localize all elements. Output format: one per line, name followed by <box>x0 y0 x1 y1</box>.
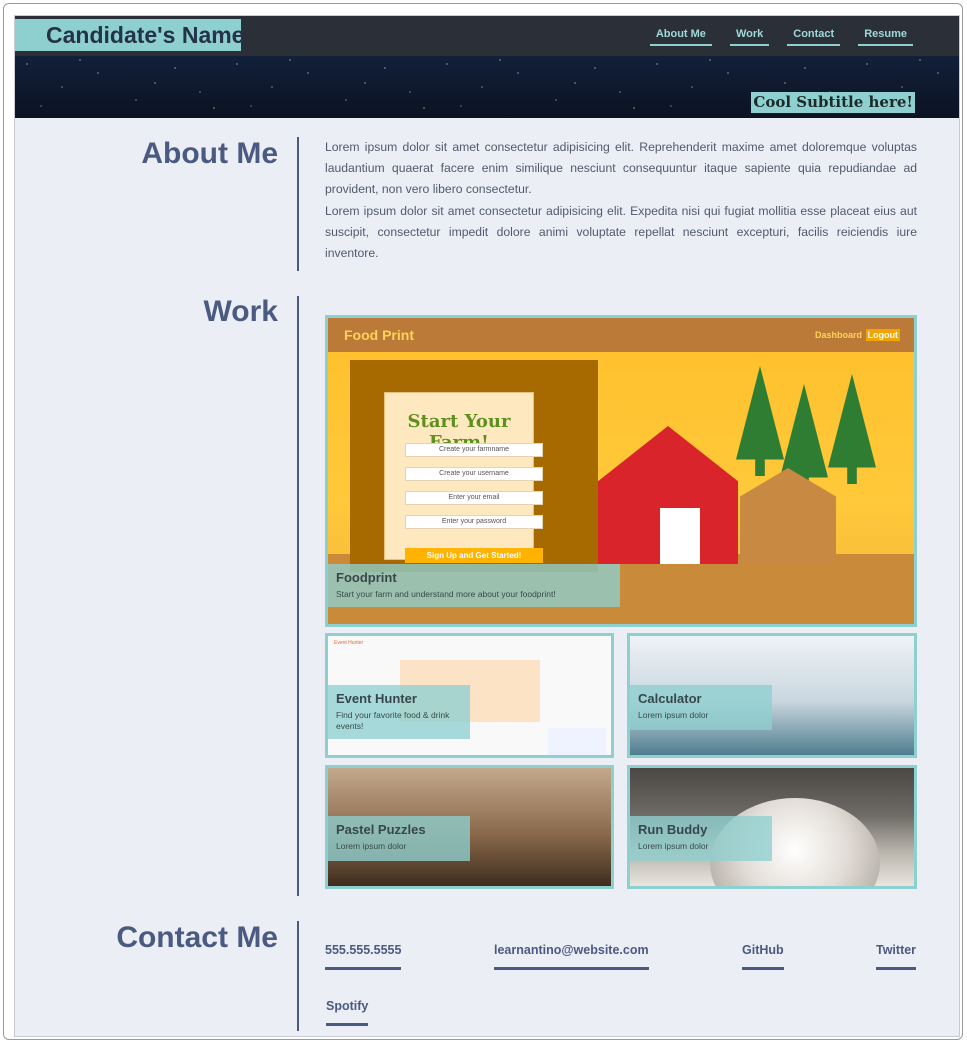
project-caption: Event Hunter Find your favorite food & d… <box>328 685 470 739</box>
project-description: Lorem ipsum dolor <box>638 841 709 851</box>
project-title: Calculator <box>638 691 702 706</box>
foodprint-logo: Food Print <box>344 327 414 343</box>
project-card-calculator[interactable]: Calculator Lorem ipsum dolor <box>627 633 917 758</box>
project-caption: Calculator Lorem ipsum dolor <box>630 685 772 730</box>
contact-github-link[interactable]: GitHub <box>742 943 784 970</box>
site-header: Candidate's Name About Me Work Contact R… <box>15 16 959 118</box>
project-title: Event Hunter <box>336 691 417 706</box>
foodprint-field: Create your farmname <box>405 443 543 457</box>
project-description: Start your farm and understand more abou… <box>336 589 556 599</box>
barn-door-illustration <box>660 508 700 564</box>
event-hunter-info-panel <box>548 728 606 755</box>
project-description: Lorem ipsum dolor <box>336 841 407 851</box>
project-caption: Run Buddy Lorem ipsum dolor <box>630 816 772 861</box>
contact-phone-link[interactable]: 555.555.5555 <box>325 943 402 970</box>
foodprint-field: Enter your email <box>405 491 543 505</box>
about-paragraph: Lorem ipsum dolor sit amet consectetur a… <box>325 140 917 197</box>
about-divider <box>297 137 299 271</box>
project-title: Run Buddy <box>638 822 708 837</box>
project-title: Pastel Puzzles <box>336 822 426 837</box>
about-text: Lorem ipsum dolor sit amet consectetur a… <box>325 137 917 264</box>
main-nav: About Me Work Contact Resume <box>632 28 913 46</box>
nav-link-about[interactable]: About Me <box>649 28 712 46</box>
nav-link-contact[interactable]: Contact <box>787 28 841 46</box>
window-frame: Candidate's Name About Me Work Contact R… <box>3 3 963 1040</box>
project-card-event-hunter[interactable]: Event Hunter Event Hunter Find your favo… <box>325 633 614 758</box>
project-card-pastel-puzzles[interactable]: Pastel Puzzles Lorem ipsum dolor <box>325 765 614 889</box>
nav-link-resume[interactable]: Resume <box>858 28 913 46</box>
foodprint-field: Enter your password <box>405 515 543 529</box>
about-title: About Me <box>141 137 278 170</box>
contact-email-link[interactable]: learnantino@website.com <box>494 943 649 970</box>
project-card-foodprint[interactable]: Food Print Dashboard Logout Start Your F… <box>325 315 917 627</box>
foodprint-navbar: Food Print Dashboard Logout <box>328 318 914 352</box>
foodprint-field: Create your username <box>405 467 543 481</box>
site-subtitle: Cool Subtitle here! <box>751 92 915 113</box>
contact-twitter-link[interactable]: Twitter <box>876 943 917 970</box>
foodprint-dashboard-link: Dashboard <box>814 330 862 340</box>
contact-title: Contact Me <box>116 921 278 954</box>
foodprint-signup-form: Start Your Farm! Create your farmname Cr… <box>384 392 543 563</box>
foodprint-signup-button: Sign Up and Get Started! <box>405 548 543 563</box>
work-title: Work <box>203 295 278 328</box>
about-paragraph-2: Lorem ipsum dolor sit amet consectetur a… <box>325 203 917 261</box>
event-hunter-header: Event Hunter <box>334 640 364 646</box>
project-title: Foodprint <box>336 570 397 585</box>
project-description: Find your favorite food & drink events! <box>336 710 450 731</box>
portfolio-page: Candidate's Name About Me Work Contact R… <box>14 15 960 1037</box>
project-description: Lorem ipsum dolor <box>638 710 709 720</box>
project-card-run-buddy[interactable]: Run Buddy Lorem ipsum dolor <box>627 765 917 889</box>
nav-link-work[interactable]: Work <box>729 28 770 46</box>
contact-spotify-link[interactable]: Spotify <box>326 999 369 1026</box>
foodprint-logout-link: Logout <box>865 329 900 341</box>
site-name: Candidate's Name <box>15 19 244 51</box>
work-divider <box>297 296 299 896</box>
project-caption: Foodprint Start your farm and understand… <box>328 564 620 607</box>
project-caption: Pastel Puzzles Lorem ipsum dolor <box>328 816 470 861</box>
contact-divider <box>297 921 299 1031</box>
